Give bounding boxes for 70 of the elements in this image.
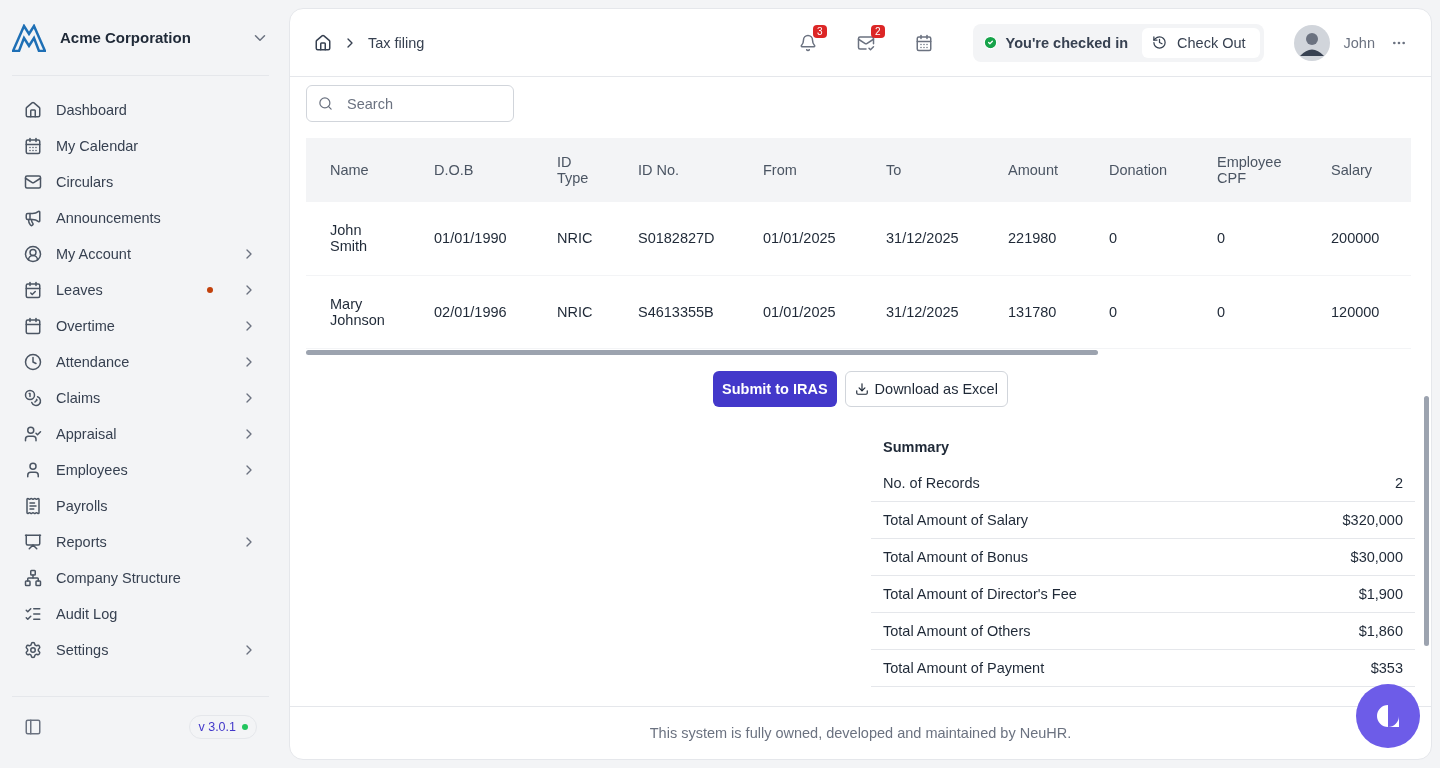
column-header: ID No. (614, 138, 739, 202)
summary-value: $353 (1370, 659, 1403, 676)
table-cell: 221980 (984, 202, 1085, 275)
sidebar-item[interactable]: Appraisal (12, 416, 269, 452)
table-cell: 0 (1193, 275, 1307, 348)
table-cell: 01/01/1990 (410, 202, 533, 275)
sidebar-item[interactable]: Settings (12, 632, 269, 668)
table-cell: 0 (1193, 202, 1307, 275)
summary-label: Total Amount of Payment (883, 659, 1045, 676)
footer-text: This system is fully owned, developed and maintained by NeuHR. (649, 725, 1072, 741)
table-cell: 120000 (1307, 275, 1411, 348)
sidebar-item[interactable]: Leaves (12, 272, 269, 308)
download-button[interactable]: Download as Excel (844, 370, 1008, 407)
summary-label: No. of Records (883, 474, 980, 491)
column-header: To (862, 138, 984, 202)
summary-label: Total Amount of Bonus (883, 548, 1029, 565)
summary-label: Total Amount of Salary (883, 511, 1029, 528)
table-cell: John Smith (306, 202, 410, 275)
summary-label: Total Amount of Director's Fee (883, 585, 1077, 602)
table-cell: NRIC (533, 202, 614, 275)
column-header: Employee CPF (1193, 138, 1307, 202)
check-out-button[interactable]: Check Out (1142, 27, 1260, 58)
summary-value: $1,900 (1358, 585, 1403, 602)
company-name: Acme Corporation (60, 29, 192, 46)
sidebar-item[interactable]: Attendance (12, 344, 269, 380)
table-cell: S0182827D (614, 202, 739, 275)
column-header: Salary (1307, 138, 1411, 202)
column-header: ID Type (533, 138, 614, 202)
column-header: Donation (1085, 138, 1193, 202)
column-header: Name (306, 138, 410, 202)
table-cell: 200000 (1307, 202, 1411, 275)
sidebar-item[interactable]: Payrolls (12, 488, 269, 524)
submit-button[interactable]: Submit to IRAS (713, 370, 837, 407)
summary-title: Summary (882, 438, 951, 455)
column-header: D.O.B (410, 138, 533, 202)
table-cell: 0 (1085, 202, 1193, 275)
summary-label: Total Amount of Others (883, 622, 1031, 639)
table-cell: 0 (1085, 275, 1193, 348)
status-text: You're checked in (1005, 34, 1129, 51)
sidebar-item[interactable]: My Account (12, 236, 269, 272)
table-cell: NRIC (533, 275, 614, 348)
summary-value: $320,000 (1342, 511, 1403, 528)
table-cell: 131780 (984, 275, 1085, 348)
sidebar-item[interactable]: Reports (12, 524, 269, 560)
table-cell: 31/12/2025 (862, 202, 984, 275)
table-cell: 01/01/2025 (739, 275, 862, 348)
sidebar-item[interactable]: Claims (12, 380, 269, 416)
column-header: Amount (984, 138, 1085, 202)
sidebar-item[interactable]: Audit Log (12, 596, 269, 632)
summary-value: $1,860 (1358, 622, 1403, 639)
sidebar-item[interactable]: Employees (12, 452, 269, 488)
task-count: 2 (871, 24, 885, 38)
summary-value: 2 (1394, 474, 1403, 491)
sidebar-item[interactable]: Circulars (12, 164, 269, 200)
user-name: John (1343, 34, 1375, 51)
breadcrumb-item: Tax filing (368, 34, 426, 51)
table-cell: 01/01/2025 (739, 202, 862, 275)
sidebar-item[interactable]: Company Structure (12, 560, 269, 596)
sidebar-item[interactable]: Announcements (12, 200, 269, 236)
table-cell: S4613355B (614, 275, 739, 348)
sidebar-item[interactable]: Overtime (12, 308, 269, 344)
summary-value: $30,000 (1350, 548, 1403, 565)
column-header: From (739, 138, 862, 202)
table-cell: 31/12/2025 (862, 275, 984, 348)
table-cell: Mary Johnson (306, 275, 410, 348)
search-field[interactable]: Search (306, 85, 514, 122)
table-cell: 02/01/1996 (410, 275, 533, 348)
sidebar-item[interactable]: Dashboard (12, 92, 269, 128)
notification-count: 3 (813, 24, 827, 38)
sidebar-item[interactable]: My Calendar (12, 128, 269, 164)
